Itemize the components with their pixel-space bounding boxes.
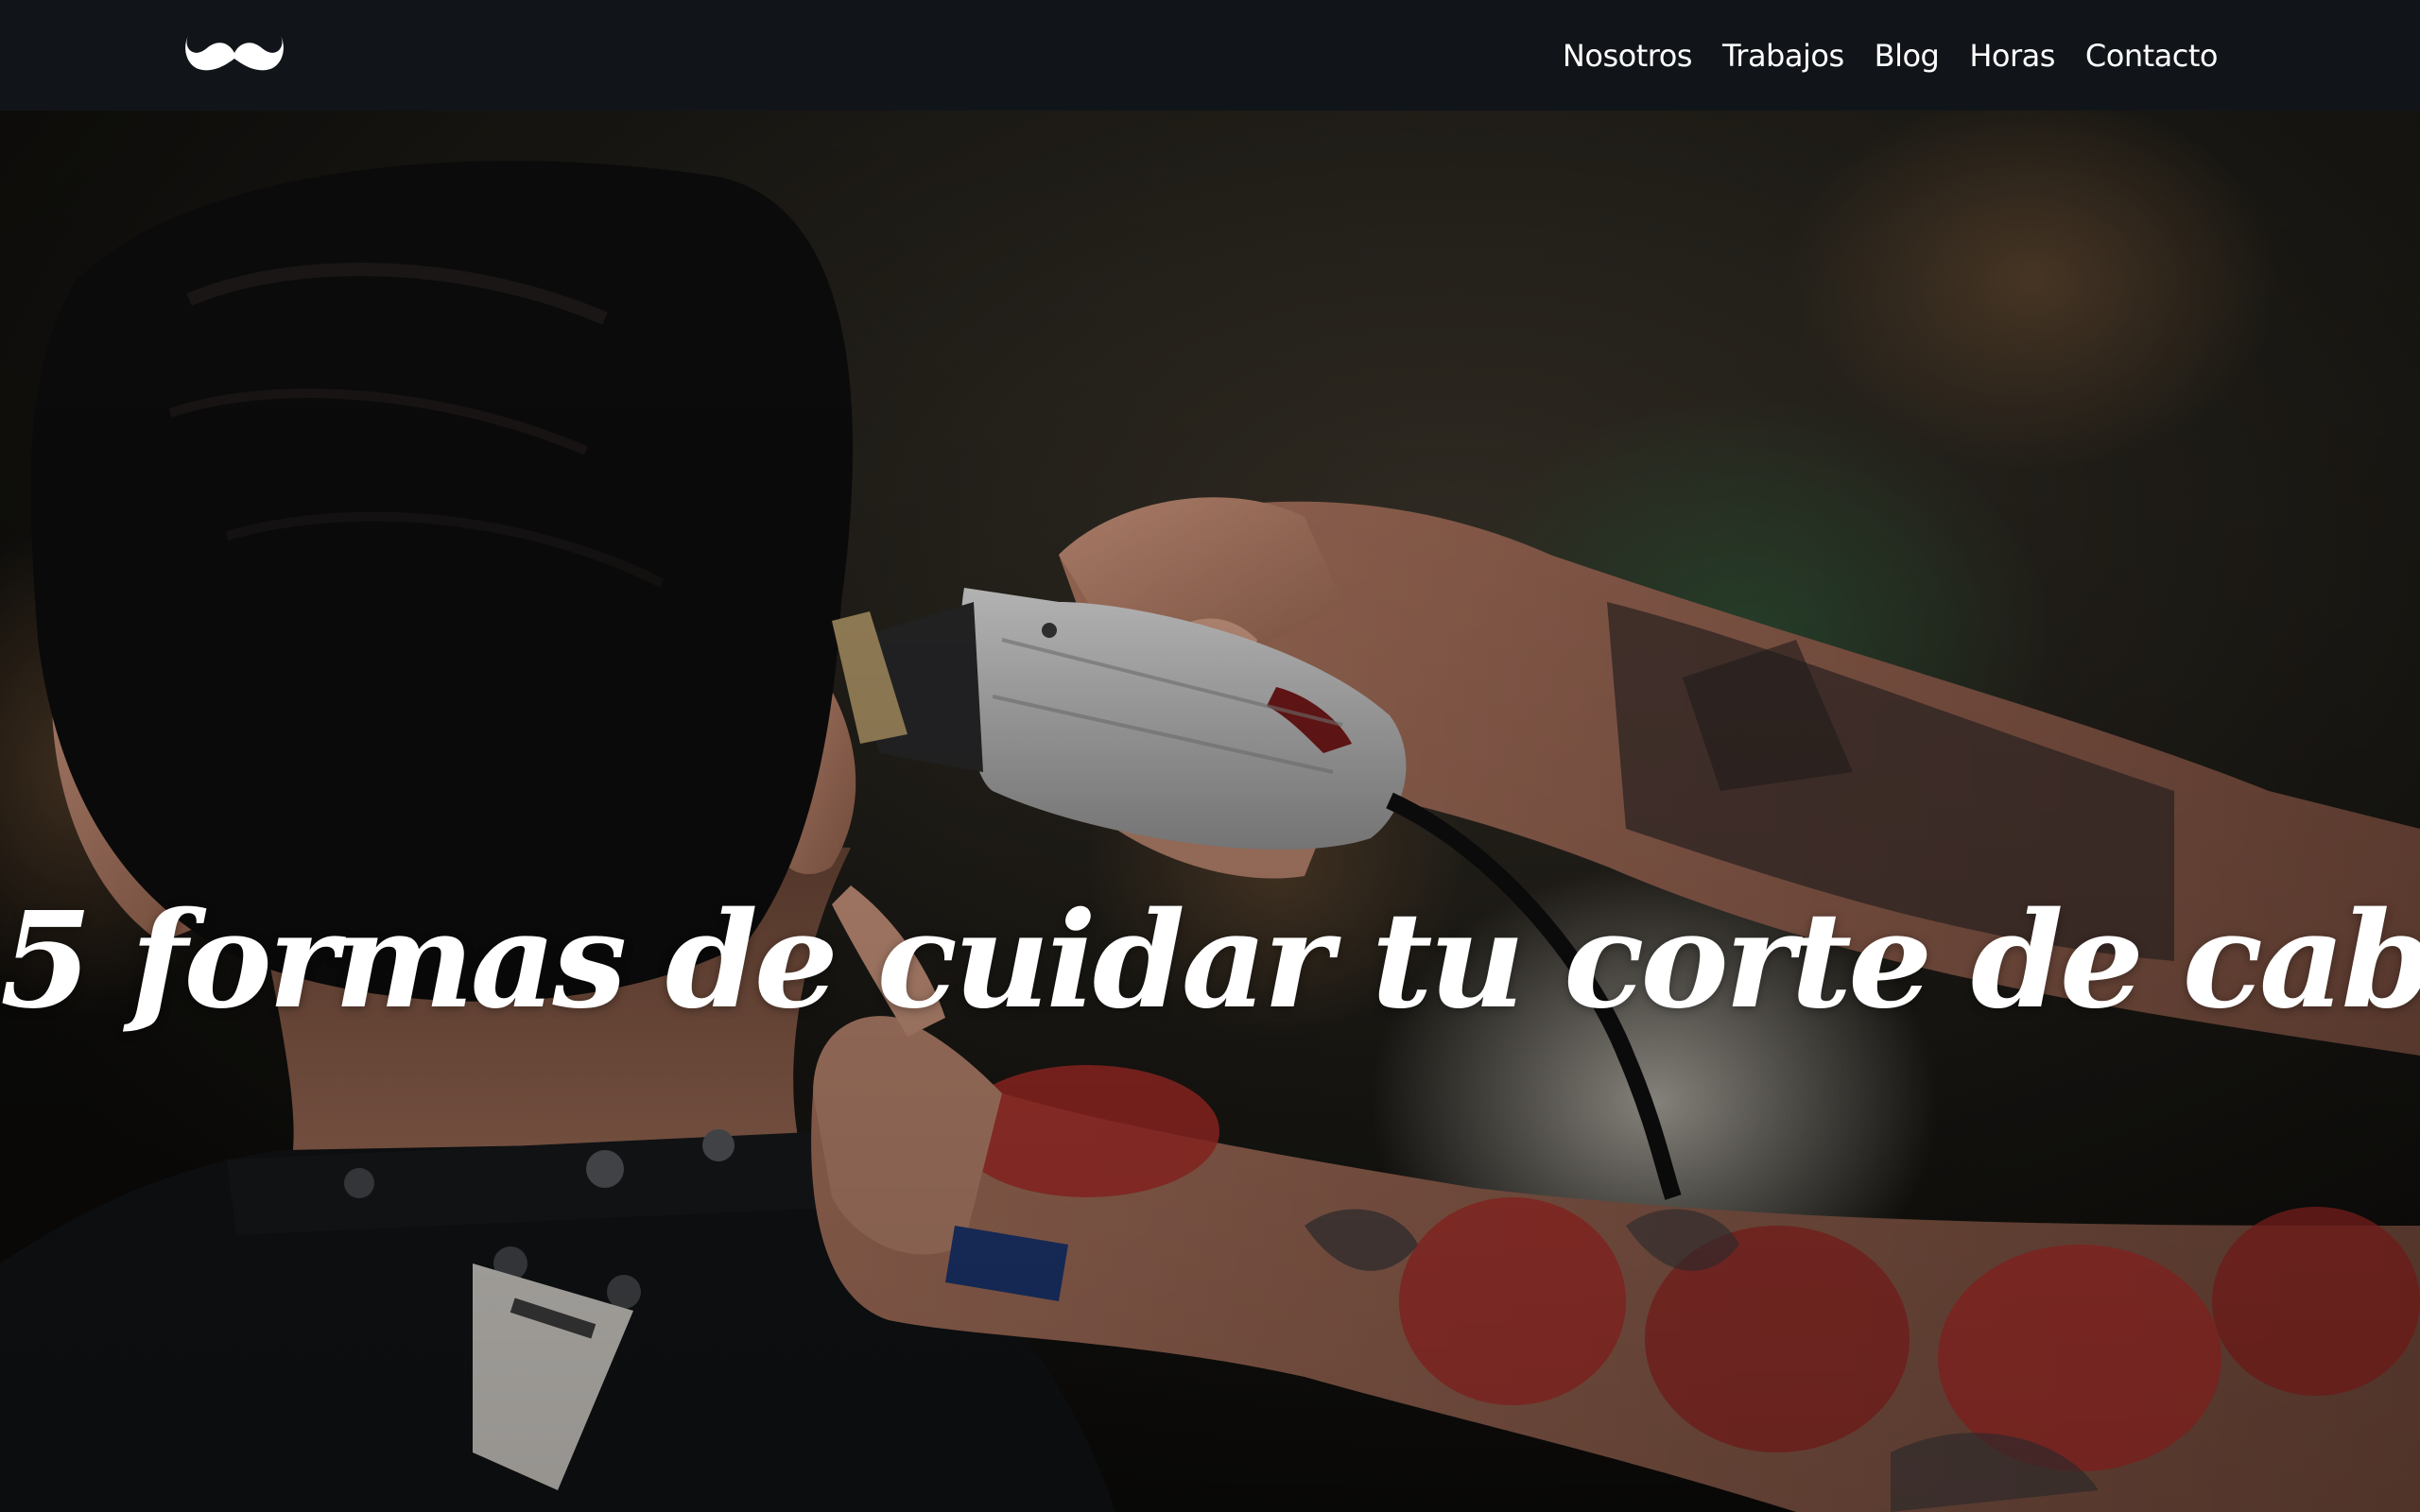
hero-title: 5 formas de cuidar tu corte de cabello [0, 884, 2420, 1039]
hero-section: 5 formas de cuidar tu corte de cabello [0, 111, 2420, 1512]
top-navbar: Nosotros Trabajos Blog Horas Contacto [0, 0, 2420, 111]
barber-clipper-photo [0, 111, 2420, 1512]
main-nav: Nosotros Trabajos Blog Horas Contacto [1563, 0, 2219, 111]
nav-link-trabajos[interactable]: Trabajos [1722, 38, 1844, 74]
nav-link-blog[interactable]: Blog [1875, 38, 1940, 74]
nav-link-horas[interactable]: Horas [1969, 38, 2055, 74]
nav-link-contacto[interactable]: Contacto [2085, 38, 2219, 74]
mustache-icon [185, 36, 284, 71]
nav-link-nosotros[interactable]: Nosotros [1563, 38, 1693, 74]
mustache-logo-icon[interactable] [185, 32, 284, 77]
